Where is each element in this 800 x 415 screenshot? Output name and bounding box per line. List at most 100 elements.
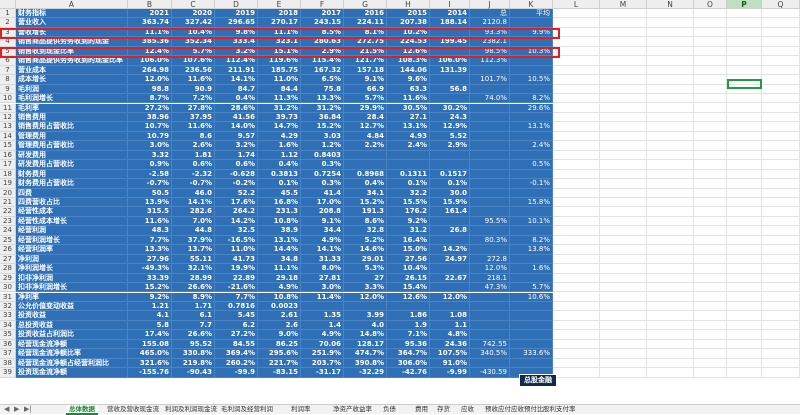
row-header-1[interactable]: 1 xyxy=(0,9,16,19)
empty-cell[interactable] xyxy=(762,368,800,378)
average-cell[interactable]: 9.9% xyxy=(510,27,553,38)
data-cell[interactable]: 0.1517 xyxy=(430,169,470,180)
empty-cell[interactable] xyxy=(727,141,762,151)
column-header-f[interactable]: F xyxy=(301,0,344,9)
data-cell[interactable]: 1.08 xyxy=(430,311,470,321)
empty-cell[interactable] xyxy=(694,141,727,151)
total-cell[interactable]: 总 xyxy=(470,9,510,19)
empty-cell[interactable] xyxy=(762,94,800,104)
average-cell[interactable] xyxy=(510,112,553,123)
data-cell[interactable]: 41.4 xyxy=(301,188,344,198)
empty-cell[interactable] xyxy=(694,368,727,378)
data-cell[interactable]: 2.4% xyxy=(387,141,430,151)
average-cell[interactable]: 15.8% xyxy=(510,198,553,208)
data-cell[interactable]: 176.2 xyxy=(387,207,430,217)
data-cell[interactable]: 157.18 xyxy=(344,65,387,76)
data-cell[interactable]: 8.6 xyxy=(172,131,215,142)
total-cell[interactable]: 218.1 xyxy=(470,273,510,284)
row-header-24[interactable]: 24 xyxy=(0,226,16,236)
empty-cell[interactable] xyxy=(694,301,727,312)
empty-cell[interactable] xyxy=(762,273,800,284)
data-cell[interactable]: 50.5 xyxy=(128,188,172,198)
empty-cell[interactable] xyxy=(694,235,727,246)
data-cell[interactable] xyxy=(430,235,470,246)
data-cell[interactable]: 11.0% xyxy=(258,75,301,85)
data-cell[interactable]: 8.7% xyxy=(128,94,172,104)
empty-cell[interactable] xyxy=(694,216,727,227)
select-all-corner[interactable] xyxy=(0,0,16,9)
data-cell[interactable]: 1.9 xyxy=(387,320,430,331)
empty-cell[interactable] xyxy=(647,46,694,57)
data-cell[interactable]: 37.95 xyxy=(172,112,215,123)
empty-cell[interactable] xyxy=(762,207,800,217)
empty-cell[interactable] xyxy=(647,198,694,208)
empty-cell[interactable] xyxy=(727,254,762,265)
empty-cell[interactable] xyxy=(727,311,762,321)
row-header-16[interactable]: 16 xyxy=(0,150,16,161)
data-cell[interactable]: 8.6% xyxy=(344,216,387,227)
empty-cell[interactable] xyxy=(647,141,694,151)
empty-cell[interactable] xyxy=(762,84,800,95)
empty-cell[interactable] xyxy=(762,330,800,340)
total-cell[interactable]: 112.3% xyxy=(470,56,510,66)
total-cell[interactable]: 2382.1 xyxy=(470,37,510,47)
data-cell[interactable]: 121.7% xyxy=(344,56,387,66)
empty-cell[interactable] xyxy=(762,169,800,180)
data-cell[interactable]: 1.74 xyxy=(215,150,258,161)
empty-cell[interactable] xyxy=(762,179,800,189)
empty-cell[interactable] xyxy=(553,273,600,284)
data-cell[interactable]: 6.1 xyxy=(172,311,215,321)
empty-cell[interactable] xyxy=(553,330,600,340)
row-header-39[interactable]: 39 xyxy=(0,368,16,378)
total-cell[interactable] xyxy=(470,320,510,331)
empty-cell[interactable] xyxy=(762,254,800,265)
total-cell[interactable]: 2120.8 xyxy=(470,18,510,28)
average-cell[interactable] xyxy=(510,18,553,28)
empty-cell[interactable] xyxy=(727,18,762,28)
empty-cell[interactable] xyxy=(600,27,647,38)
average-cell[interactable]: 13.8% xyxy=(510,245,553,255)
empty-cell[interactable] xyxy=(600,131,647,142)
data-cell[interactable]: 1.86 xyxy=(387,311,430,321)
empty-cell[interactable] xyxy=(727,103,762,113)
data-cell[interactable]: 2.9% xyxy=(301,46,344,57)
data-cell[interactable]: 32.1% xyxy=(172,264,215,274)
data-cell[interactable]: 2.61 xyxy=(258,311,301,321)
data-cell[interactable]: 295.6% xyxy=(258,349,301,359)
data-cell[interactable]: 16.4% xyxy=(387,235,430,246)
data-cell[interactable]: 14.6% xyxy=(344,245,387,255)
empty-cell[interactable] xyxy=(600,56,647,66)
empty-cell[interactable] xyxy=(762,112,800,123)
row-header-35[interactable]: 35 xyxy=(0,330,16,340)
empty-cell[interactable] xyxy=(553,169,600,180)
data-cell[interactable]: 2016 xyxy=(344,9,387,19)
data-cell[interactable]: 191.3 xyxy=(344,207,387,217)
empty-cell[interactable] xyxy=(727,27,762,38)
data-cell[interactable]: 48.3 xyxy=(128,226,172,236)
empty-cell[interactable] xyxy=(647,245,694,255)
data-cell[interactable]: 90.9 xyxy=(172,84,215,95)
row-header-31[interactable]: 31 xyxy=(0,292,16,302)
data-cell[interactable]: 15.2% xyxy=(344,198,387,208)
data-cell[interactable]: 282.6 xyxy=(172,207,215,217)
empty-cell[interactable] xyxy=(694,207,727,217)
data-cell[interactable]: 11.6% xyxy=(128,216,172,227)
total-cell[interactable]: 98.5% xyxy=(470,46,510,57)
empty-cell[interactable] xyxy=(727,198,762,208)
empty-cell[interactable] xyxy=(600,339,647,350)
data-cell[interactable]: 7.7% xyxy=(215,292,258,302)
empty-cell[interactable] xyxy=(647,368,694,378)
empty-cell[interactable] xyxy=(694,292,727,302)
empty-cell[interactable] xyxy=(694,339,727,350)
data-cell[interactable]: 0.6% xyxy=(172,160,215,170)
empty-cell[interactable] xyxy=(694,18,727,28)
data-cell[interactable]: 29.9% xyxy=(344,103,387,113)
data-cell[interactable]: 55.11 xyxy=(172,254,215,265)
empty-cell[interactable] xyxy=(647,160,694,170)
data-cell[interactable]: 4.93 xyxy=(387,131,430,142)
data-cell[interactable]: 161.4 xyxy=(430,207,470,217)
data-cell[interactable]: 131.39 xyxy=(430,65,470,76)
empty-cell[interactable] xyxy=(727,368,762,378)
data-cell[interactable]: 3.0% xyxy=(301,283,344,293)
row-header-27[interactable]: 27 xyxy=(0,254,16,265)
